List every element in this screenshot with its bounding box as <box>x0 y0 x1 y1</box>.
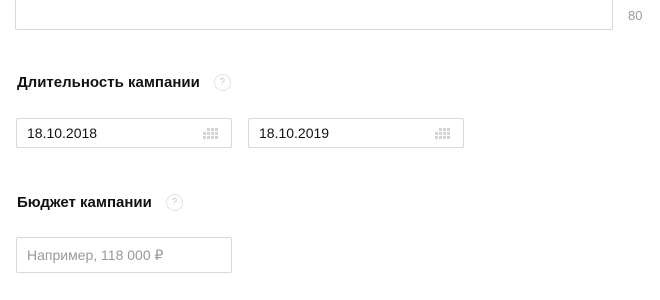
budget-title-text: Бюджет кампании <box>17 194 152 211</box>
duration-section-title: Длительность кампании ? <box>17 74 231 91</box>
end-date-value: 18.10.2019 <box>259 125 330 141</box>
budget-help-icon[interactable]: ? <box>165 194 183 211</box>
char-counter: 80 <box>628 8 643 23</box>
duration-title-text: Длительность кампании <box>17 74 200 91</box>
end-date-field[interactable]: 18.10.2019 <box>248 118 464 148</box>
start-date-field[interactable]: 18.10.2018 <box>16 118 232 148</box>
duration-help-icon[interactable]: ? <box>213 74 231 91</box>
budget-input[interactable] <box>16 237 232 273</box>
budget-section-title: Бюджет кампании ? <box>17 194 183 211</box>
calendar-icon[interactable] <box>201 126 219 141</box>
calendar-icon[interactable] <box>433 126 451 141</box>
start-date-value: 18.10.2018 <box>27 125 98 141</box>
campaign-form: 80 Длительность кампании ? 18.10.2018 18… <box>0 0 660 300</box>
description-textarea[interactable] <box>15 0 613 30</box>
